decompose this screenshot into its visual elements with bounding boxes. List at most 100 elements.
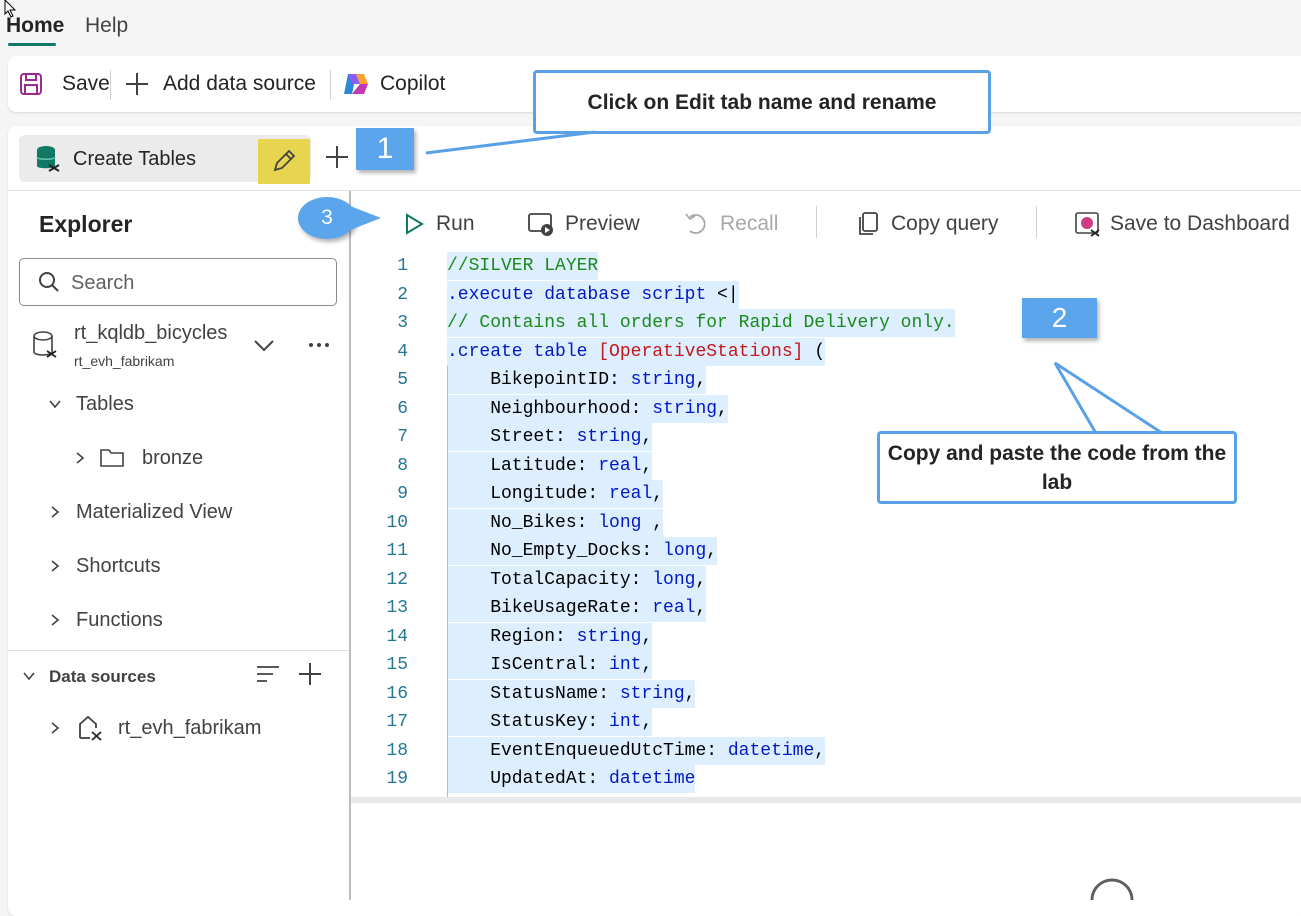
code-text: Street: string, [447,423,653,451]
line-number: 14 [386,627,408,647]
query-tab-label: Create Tables [73,148,197,170]
database-name[interactable]: rt_kqldb_bicycles [74,322,227,345]
line-number: 13 [386,598,408,618]
code-line[interactable]: 16 StatusName: string, [351,680,1301,708]
chevron-right-icon[interactable] [48,559,62,573]
code-token: , [706,541,718,561]
code-token: real [598,456,642,476]
recall-label: Recall [720,212,779,235]
toolbar-divider [330,70,331,100]
code-line[interactable]: 11 No_Empty_Docks: long, [351,537,1301,565]
code-token: UpdatedAt: [447,769,610,789]
query-editor[interactable]: 1 //SILVER LAYER 2 .execute database script… [351,250,1301,798]
recall-button[interactable]: Recall [684,205,778,243]
search-input[interactable]: Search [19,258,337,306]
line-number: 2 [397,285,408,305]
code-token: .create table [447,342,599,362]
folder-icon [100,449,124,467]
step-badge-2: 2 [1022,298,1097,338]
code-token: [OperativeStations] [598,342,804,362]
copy-query-button[interactable]: Copy query [857,205,998,243]
code-token: StatusName: [447,684,620,704]
code-line[interactable]: 3 // Contains all orders for Rapid Delive… [351,309,1301,337]
code-token: string [576,627,642,647]
eventhub-icon [79,715,102,741]
line-number: 6 [397,399,408,419]
code-token: int [609,655,642,675]
section-divider [8,650,349,651]
line-number: 8 [397,456,408,476]
line-number: 3 [397,313,408,333]
code-token: BikeUsageRate: [447,598,653,618]
code-token: , [641,513,664,533]
code-token: , [652,484,664,504]
tree-item-bronze[interactable]: bronze [142,447,203,470]
edit-tab-name-button[interactable] [258,139,310,184]
tree-item-functions[interactable]: Functions [76,609,163,632]
filter-list-icon[interactable] [255,663,281,685]
code-token: <| [717,285,739,305]
add-data-source-button[interactable]: Add data source [124,56,316,112]
pencil-icon [273,149,296,172]
save-to-dashboard-button[interactable]: Save to Dashboard [1074,205,1290,243]
code-line[interactable]: 13 BikeUsageRate: real, [351,594,1301,622]
code-line[interactable]: 17 StatusKey: int, [351,708,1301,736]
data-source-item[interactable]: rt_evh_fabrikam [118,717,261,740]
chevron-right-icon[interactable] [73,451,87,465]
tree-item-shortcuts[interactable]: Shortcuts [76,555,160,578]
chevron-down-icon[interactable] [22,669,36,683]
code-line[interactable]: 18 EventEnqueuedUtcTime: datetime, [351,737,1301,765]
code-text: StatusKey: int, [447,708,653,736]
code-line[interactable]: 14 Region: string, [351,623,1301,651]
preview-button[interactable]: Preview [527,205,640,243]
code-token: long [652,570,696,590]
add-tab-button[interactable] [322,142,352,172]
code-token: datetime [727,741,815,761]
data-sources-header[interactable]: Data sources [49,667,156,687]
line-number: 15 [386,655,408,675]
code-token: long [598,513,642,533]
code-token: .execute database script [447,285,718,305]
code-token: datetime [609,769,696,789]
chevron-down-icon[interactable] [253,337,275,353]
code-line[interactable]: 19 UpdatedAt: datetime [351,765,1301,793]
chevron-right-icon[interactable] [48,613,62,627]
mouse-cursor-icon [4,0,17,18]
run-button[interactable]: Run [402,205,475,243]
code-text: Latitude: real, [447,452,653,480]
explorer-title: Explorer [39,211,133,237]
code-token: real [652,598,696,618]
add-data-source-label: Add data source [163,72,316,95]
code-token: StatusKey: [447,712,610,732]
chevron-right-icon[interactable] [48,505,62,519]
line-number: 1 [397,256,408,276]
code-token: , [814,741,826,761]
code-text: UpdatedAt: datetime [447,765,696,793]
code-line[interactable]: 15 IsCentral: int, [351,651,1301,679]
code-token: int [609,712,642,732]
plus-icon[interactable] [297,661,323,687]
code-token: real [609,484,653,504]
code-line[interactable]: 10 No_Bikes: long , [351,509,1301,537]
callout-copy-code: Copy and paste the code from the lab [877,431,1237,504]
code-token: string [576,427,642,447]
tab-help[interactable]: Help [85,14,128,38]
save-icon [20,73,42,95]
code-line[interactable]: 2 .execute database script <| [351,281,1301,309]
code-token: Neighbourhood: [447,399,653,419]
code-text: IsCentral: int, [447,651,653,679]
save-button[interactable]: Save [18,56,110,112]
more-options-icon[interactable] [308,340,330,350]
tree-item-tables[interactable]: Tables [76,393,134,416]
chevron-down-icon[interactable] [48,397,62,411]
code-token: string [619,684,685,704]
tree-item-materialized-view[interactable]: Materialized View [76,501,232,524]
code-token: long [663,541,707,561]
code-line[interactable]: 1 //SILVER LAYER [351,252,1301,280]
line-number: 11 [386,541,408,561]
code-token: EventEnqueuedUtcTime: [447,741,728,761]
code-line[interactable]: 12 TotalCapacity: long, [351,566,1301,594]
chevron-right-icon[interactable] [48,721,62,735]
copilot-button[interactable]: Copilot [342,56,445,112]
code-token: //SILVER LAYER [447,256,599,276]
